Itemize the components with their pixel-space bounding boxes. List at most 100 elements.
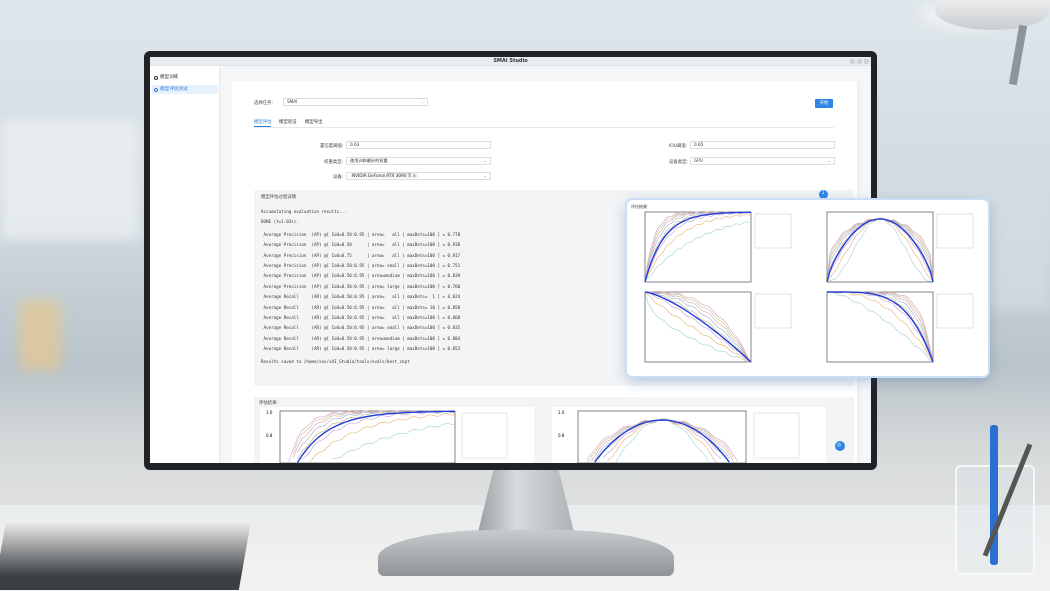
log-line: Average Precision (AP) @[ IoU=0.50 | are… — [261, 242, 461, 248]
iou-value: 0.65 — [694, 142, 704, 147]
device-type-select[interactable]: GPU ⌄ — [690, 157, 835, 165]
series-line — [826, 217, 934, 283]
device-label: 设备: — [333, 175, 344, 180]
conf-input[interactable]: 0.03 — [346, 141, 491, 149]
series-line — [644, 291, 751, 363]
tab-eval[interactable]: 模型评估 — [254, 119, 272, 125]
close-button[interactable] — [864, 59, 869, 64]
tab-validate[interactable]: 模型验证 — [279, 119, 297, 125]
sidebar: 模型训练 模型评估测试 — [150, 66, 220, 463]
minimize-button[interactable] — [850, 59, 855, 64]
preview-charts — [644, 211, 974, 363]
conf-value: 0.03 — [350, 142, 360, 147]
log-line: Average Recall (AR) @[ IoU=0.50:0.95 | a… — [261, 304, 461, 310]
task-select[interactable]: SMAI ⌄ — [283, 98, 428, 106]
mean-series-line — [644, 291, 752, 363]
download-button[interactable]: ↓ — [819, 190, 828, 199]
legend — [461, 412, 508, 459]
series-line — [297, 410, 456, 453]
eval-icon — [154, 87, 158, 92]
log-line: Average Recall (AR) @[ IoU=0.50:0.95 | a… — [261, 346, 461, 352]
preview-plots — [644, 211, 974, 363]
result-chart-2: 1.0 0.8 — [552, 407, 826, 463]
tab-divider — [254, 127, 834, 128]
log-line: Average Precision (AP) @[ IoU=0.50:0.95 … — [261, 283, 461, 289]
monitor-stand — [478, 470, 574, 532]
close-icon[interactable]: × — [413, 173, 417, 178]
result-chart-2-svg: 1.0 0.8 — [558, 410, 800, 463]
monitor-base — [378, 530, 674, 576]
tick-label: 0.8 — [558, 433, 565, 438]
results-panel: 评估结果: 1.0 0.8 1.0 0.8 — [254, 397, 854, 463]
series-line — [598, 418, 726, 459]
series-line — [645, 291, 752, 363]
train-icon — [154, 75, 158, 80]
log-line: Results saved to /home/xxx/xAI_Studio/to… — [261, 358, 410, 364]
series-line — [615, 418, 709, 463]
help-button[interactable]: ◎ — [835, 441, 845, 451]
sidebar-item-train[interactable]: 模型训练 — [152, 73, 218, 82]
log-line: Average Precision (AP) @[ IoU=0.50:0.95 … — [261, 273, 461, 279]
weights-select[interactable]: 使用训练最好的权重 ⌄ — [346, 157, 491, 165]
device-select[interactable]: NVIDIA GeForce RTX 3090 Ti × ⌄ — [346, 172, 491, 180]
log-line: DONE (t=1.03s). — [261, 219, 299, 225]
log-line: Average Precision (AP) @[ IoU=0.75 | are… — [261, 252, 461, 258]
device-tag: NVIDIA GeForce RTX 3090 Ti × — [350, 173, 419, 178]
iou-label: IOU阈值: — [669, 144, 688, 149]
series-line — [644, 291, 752, 363]
weights-label: 权重类型: — [324, 160, 344, 165]
result-preview-popup: 评估结果 — [627, 200, 988, 376]
series-line — [826, 217, 934, 283]
device-type-label: 设备类型: — [669, 160, 689, 165]
log-line: Average Precision (AP) @[ IoU=0.50:0.95 … — [261, 231, 461, 237]
series-line — [645, 291, 752, 363]
legend — [936, 213, 974, 249]
result-curves — [586, 418, 738, 463]
tick-label: 1.0 — [558, 410, 565, 415]
device-value: NVIDIA GeForce RTX 3090 Ti — [352, 173, 412, 178]
result-chart-1: 1.0 0.8 — [260, 407, 534, 463]
legend — [754, 293, 792, 329]
chevron-down-icon: ⌄ — [827, 158, 831, 163]
weights-select-value: 使用训练最好的权重 — [350, 158, 388, 163]
sidebar-item-eval[interactable]: 模型评估测试 — [152, 85, 218, 94]
lamp-arm — [1008, 24, 1028, 86]
maximize-button[interactable] — [857, 59, 862, 64]
tab-export[interactable]: 模型导出 — [305, 119, 323, 125]
log-title: 模型评估过程详情 — [261, 195, 297, 200]
series-line — [826, 217, 934, 283]
log-line: Accumulating evaluation results... — [261, 209, 347, 214]
series-line — [645, 291, 752, 363]
series-line — [332, 422, 456, 460]
series-line — [590, 418, 734, 462]
task-label: 选择任务: — [254, 101, 274, 106]
series-line — [645, 291, 752, 363]
plot-frame — [644, 291, 752, 363]
series-line — [826, 217, 934, 283]
chevron-down-icon: ⌄ — [483, 158, 487, 163]
log-line: Average Recall (AR) @[ IoU=0.50:0.95 | a… — [261, 315, 461, 320]
series-line — [645, 291, 752, 363]
device-type-value: GPU — [694, 158, 703, 163]
series-line — [826, 217, 934, 283]
legend — [754, 213, 792, 249]
tick-label: 1.0 — [266, 410, 273, 415]
background-scene: SMAI Studio 模型训练 模型评估测试 选择任务: SMAI ⌄ 开始 … — [0, 0, 1050, 591]
result-chart-1-svg: 1.0 0.8 — [266, 410, 508, 463]
chevron-down-icon: ⌄ — [483, 173, 487, 178]
series-line — [644, 211, 752, 283]
iou-input[interactable]: 0.65 — [690, 141, 835, 149]
series-line — [826, 217, 934, 283]
start-button[interactable]: 开始 — [815, 99, 833, 108]
title-bar: SMAI Studio — [150, 57, 871, 66]
series-line — [310, 412, 456, 462]
download-icon: ↓ — [821, 190, 826, 196]
sidebar-item-label: 模型训练 — [160, 75, 179, 80]
results-title: 评估结果: — [259, 401, 279, 406]
log-line: Average Recall (AR) @[ IoU=0.50:0.95 | a… — [261, 335, 461, 341]
legend — [753, 412, 800, 459]
mean-series-line — [827, 291, 934, 363]
conf-label: 置信度阈值: — [320, 144, 344, 149]
series-line — [607, 418, 717, 463]
sidebar-item-label: 模型评估测试 — [160, 87, 188, 92]
